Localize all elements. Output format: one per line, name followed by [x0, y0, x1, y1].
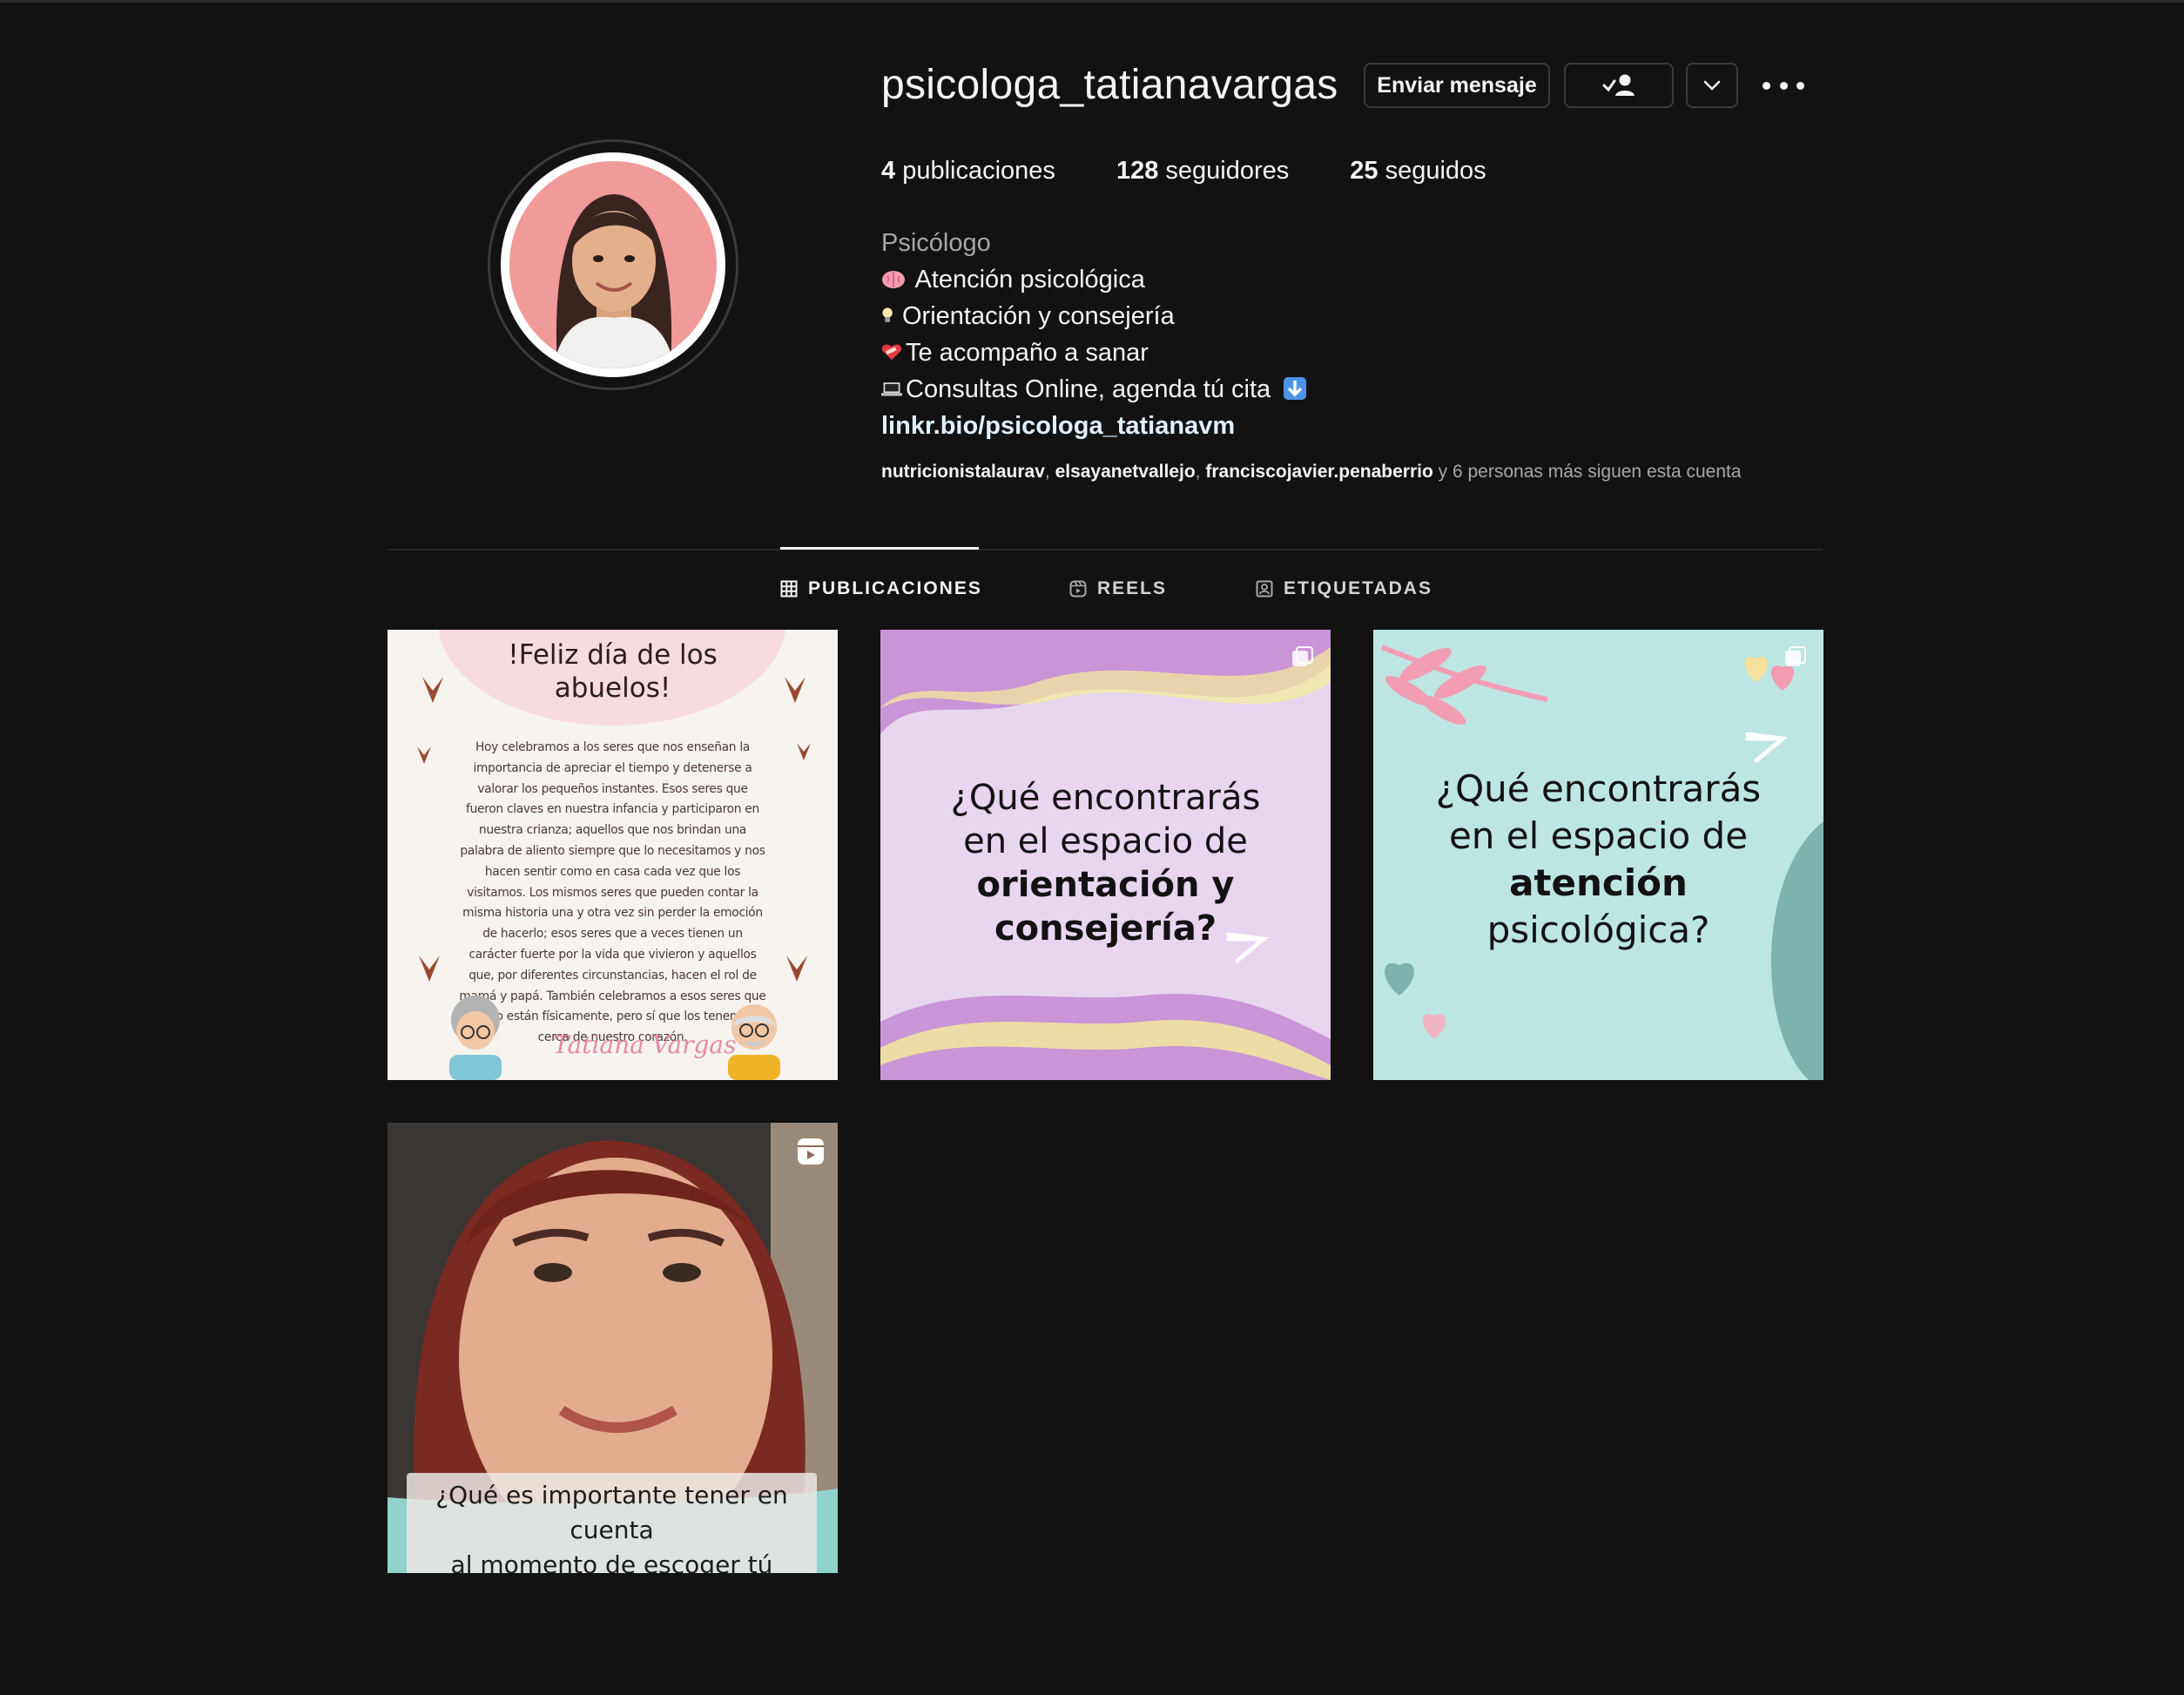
post-headline: ¿Qué encontrarás en el espacio de atenci…	[1435, 767, 1762, 951]
profile-category: Psicólogo	[881, 229, 991, 257]
follower-name: elsayanetvallejo	[1055, 462, 1196, 482]
profile-stats: 4 publicaciones 128 seguidores 25 seguid…	[881, 157, 1486, 186]
avatar-frame	[501, 152, 725, 377]
follower-name: franciscojavier.penaberrio	[1205, 462, 1433, 482]
post-caption: ¿Qué es importante tener en cuenta al mo…	[407, 1473, 817, 1573]
reels-icon	[1069, 580, 1087, 598]
post-thumbnail[interactable]: ¿Qué es importante tener en cuenta al mo…	[388, 1123, 838, 1573]
following-button[interactable]	[1564, 63, 1674, 108]
grandmother-illustration-icon	[449, 996, 502, 1080]
grid-icon	[780, 580, 798, 598]
post-thumbnail[interactable]: ¿Qué encontrarás en el espacio de orient…	[880, 630, 1331, 1080]
post-thumbnail[interactable]: ¿Qué encontrarás en el espacio de atenci…	[1373, 630, 1823, 1080]
carousel-icon	[1292, 646, 1313, 666]
down-arrow-emoji-icon	[1284, 377, 1307, 400]
profile-bio: Psicólogo Atención psicológica Orientaci…	[881, 225, 1311, 444]
user-check-icon	[1602, 74, 1635, 96]
bio-line: Te acompaño a sanar	[881, 334, 1311, 371]
laptop-emoji-icon	[881, 382, 902, 396]
follower-name: nutricionistalaurav	[881, 462, 1045, 482]
bio-line: Atención psicológica	[881, 261, 1311, 298]
grandfather-illustration-icon	[728, 1004, 780, 1080]
bio-line: Consultas Online, agenda tú cita	[881, 371, 1311, 408]
bio-line: Orientación y consejería	[881, 298, 1311, 334]
avatar-photo	[509, 161, 717, 368]
post-headline: ¿Qué encontrarás en el espacio de orient…	[950, 778, 1261, 949]
profile-username: psicologa_tatianavargas	[881, 62, 1338, 108]
tab-publicaciones[interactable]: PUBLICACIONES	[780, 578, 982, 599]
profile-bio-link[interactable]: linkr.bio/psicologa_tatianavm	[881, 408, 1311, 444]
tagged-icon	[1256, 580, 1273, 598]
bandaged-heart-emoji-icon	[881, 344, 902, 361]
carousel-icon	[1785, 646, 1806, 666]
window-top-border	[0, 0, 2184, 3]
more-options-icon[interactable]	[1763, 68, 1804, 103]
post-signature: Tatiana Vargas	[553, 1030, 737, 1059]
profile-avatar[interactable]	[488, 139, 738, 390]
suggested-dropdown-button[interactable]	[1686, 63, 1738, 108]
chevron-down-icon	[1703, 80, 1721, 91]
reel-icon	[798, 1138, 824, 1165]
tab-reels[interactable]: REELS	[1069, 578, 1167, 599]
lightbulb-emoji-icon	[882, 307, 893, 322]
posts-count[interactable]: 4 publicaciones	[881, 157, 1055, 186]
active-tab-indicator	[780, 547, 979, 550]
send-message-button[interactable]: Enviar mensaje	[1364, 63, 1550, 108]
following-count[interactable]: 25 seguidos	[1350, 157, 1486, 186]
post-thumbnail[interactable]: !Feliz día de los abuelos! Hoy celebramo…	[388, 630, 838, 1080]
tabs-divider	[388, 549, 1823, 550]
followers-count[interactable]: 128 seguidores	[1116, 157, 1289, 186]
tab-etiquetadas[interactable]: ETIQUETADAS	[1256, 578, 1432, 599]
brain-emoji-icon	[882, 271, 905, 288]
followed-by[interactable]: nutricionistalaurav, elsayanetvallejo, f…	[881, 462, 1742, 483]
